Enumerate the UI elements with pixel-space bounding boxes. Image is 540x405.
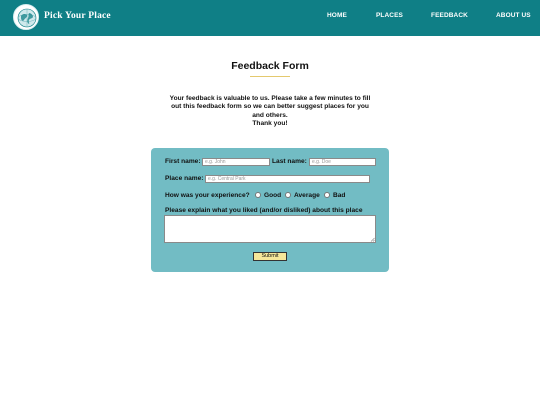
place-name-input[interactable] bbox=[205, 175, 370, 183]
nav-about-us[interactable]: ABOUT US bbox=[496, 12, 531, 19]
resize-grip-icon[interactable] bbox=[370, 237, 375, 242]
submit-button[interactable]: Submit bbox=[253, 252, 287, 261]
nav-places[interactable]: PLACES bbox=[376, 12, 403, 19]
radio-good[interactable] bbox=[255, 192, 261, 198]
title-underline bbox=[250, 76, 290, 77]
radio-average[interactable] bbox=[285, 192, 291, 198]
globe-logo-icon[interactable] bbox=[13, 4, 39, 30]
intro-line: Thank you! bbox=[252, 119, 288, 127]
navbar: Pick Your Place HOME PLACES FEEDBACK ABO… bbox=[0, 0, 540, 36]
place-name-label: Place name: bbox=[165, 175, 204, 182]
first-name-input[interactable] bbox=[202, 158, 270, 166]
radio-bad-label[interactable]: Bad bbox=[333, 192, 345, 199]
radio-bad[interactable] bbox=[324, 192, 330, 198]
nav-feedback[interactable]: FEEDBACK bbox=[431, 12, 468, 19]
intro-text: Your feedback is valuable to us. Please … bbox=[160, 95, 380, 128]
intro-line: out this feedback form so we can better … bbox=[171, 103, 369, 111]
explain-label: Please explain what you liked (and/or di… bbox=[165, 207, 363, 214]
last-name-label: Last name: bbox=[272, 158, 307, 165]
page-title: Feedback Form bbox=[231, 60, 309, 72]
first-name-label: First name: bbox=[165, 158, 201, 165]
radio-good-label[interactable]: Good bbox=[264, 192, 281, 199]
experience-label: How was your experience? bbox=[165, 192, 250, 199]
brand-name[interactable]: Pick Your Place bbox=[44, 11, 111, 21]
intro-line: Your feedback is valuable to us. Please … bbox=[169, 95, 371, 102]
intro-line: and others. bbox=[252, 111, 288, 119]
last-name-input[interactable] bbox=[309, 158, 376, 166]
nav-home[interactable]: HOME bbox=[327, 12, 347, 19]
radio-average-label[interactable]: Average bbox=[294, 192, 320, 199]
explain-textarea[interactable] bbox=[164, 215, 376, 243]
